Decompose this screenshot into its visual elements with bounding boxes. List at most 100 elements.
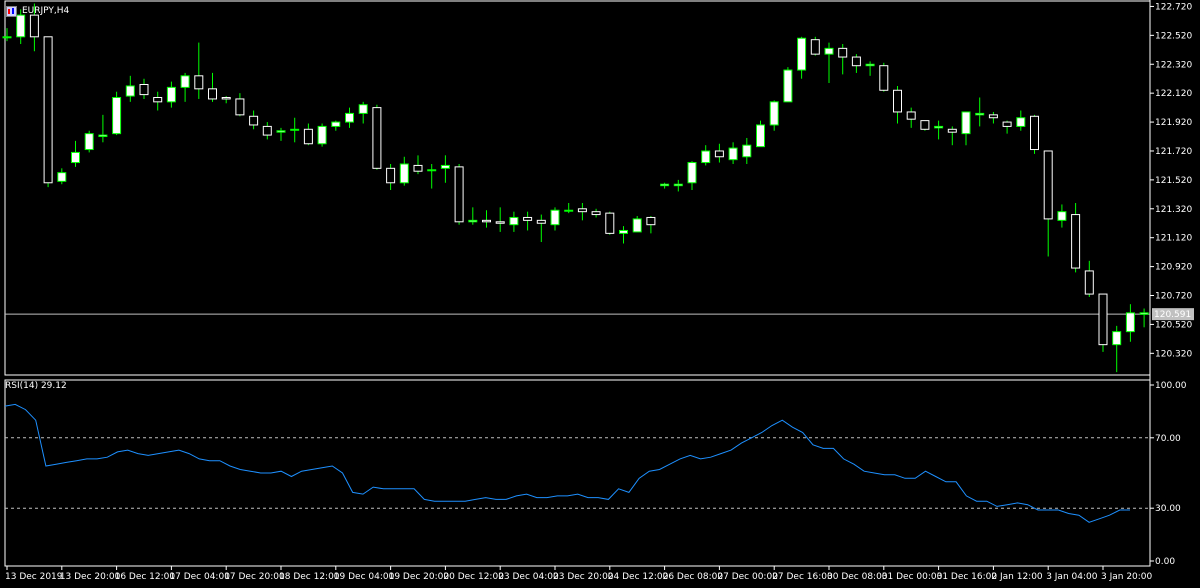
candle-body <box>57 172 67 182</box>
time-tick-label: 27 Dec 16:00 <box>772 572 833 582</box>
candle-body <box>427 169 437 172</box>
candle-body <box>988 114 998 119</box>
candle-body <box>221 97 231 100</box>
candle <box>550 207 560 231</box>
candle <box>221 96 231 104</box>
rsi-tick-label: 30.00 <box>1155 504 1181 514</box>
time-tick-label: 13 Dec 2019 <box>5 572 63 582</box>
candle-body <box>1084 270 1094 295</box>
candle-body <box>673 183 683 187</box>
candle <box>427 163 437 189</box>
price-tick-label: 121.120 <box>1155 234 1192 244</box>
candle-body <box>605 212 615 234</box>
price-tick-label: 121.320 <box>1155 205 1192 215</box>
candle <box>742 137 752 164</box>
candle-body <box>947 128 957 133</box>
candle <box>399 156 409 186</box>
candle <box>345 107 354 128</box>
candle-body <box>851 56 861 67</box>
candle-body <box>180 75 190 88</box>
candle-body <box>509 216 519 226</box>
time-tick-label: 30 Dec 08:00 <box>827 572 888 582</box>
candle-body <box>71 151 80 164</box>
candle-body <box>1016 117 1026 127</box>
candle <box>468 207 478 225</box>
candle <box>1112 325 1122 373</box>
candle-body <box>16 14 26 38</box>
rsi-title: RSI(14) 29.12 <box>5 381 67 391</box>
candle-body <box>660 183 670 187</box>
current-price-label: 120.591 <box>1154 310 1191 320</box>
candle-body <box>632 218 642 233</box>
candle <box>728 142 738 164</box>
price-tick-label: 120.720 <box>1155 292 1192 302</box>
candle <box>454 163 464 225</box>
price-panel-frame <box>4 0 1151 376</box>
candle-body <box>125 85 135 97</box>
candle-body <box>1057 211 1067 221</box>
candle-body <box>783 69 793 103</box>
time-tick-label: 26 Dec 08:00 <box>663 572 724 582</box>
time-tick-label: 17 Dec 20:00 <box>224 572 285 582</box>
candle <box>482 210 491 228</box>
candle <box>769 100 779 131</box>
candle-body <box>810 39 820 55</box>
candle <box>358 101 368 124</box>
candle <box>166 81 176 108</box>
candle-body <box>742 144 752 158</box>
candle <box>180 72 190 102</box>
time-tick-label: 23 Dec 04:00 <box>498 572 559 582</box>
candle-body <box>372 107 382 169</box>
candle <box>1125 304 1135 342</box>
candle-body <box>769 101 779 126</box>
candle-body <box>454 166 464 223</box>
candle-body <box>317 125 327 145</box>
candle-body <box>290 128 300 131</box>
candle <box>920 120 930 131</box>
candle-body <box>591 211 601 216</box>
candle-body <box>1002 121 1012 127</box>
candle <box>536 214 546 243</box>
candle-body <box>865 63 875 67</box>
time-tick-label: 2 Jan 12:00 <box>991 572 1043 582</box>
candle-body <box>235 98 245 116</box>
candles-group <box>2 3 1149 373</box>
price-tick-label: 122.120 <box>1155 89 1192 99</box>
candle <box>1098 293 1108 352</box>
candle <box>865 61 875 76</box>
candle <box>523 211 533 231</box>
candle <box>2 28 12 42</box>
candle <box>1002 120 1012 134</box>
candle <box>879 62 889 92</box>
candle-body <box>1112 331 1122 346</box>
candle <box>1030 114 1039 154</box>
candle <box>591 208 601 218</box>
candle-body <box>166 86 176 103</box>
time-tick-label: 31 Dec 16:00 <box>937 572 998 582</box>
candle-body <box>2 36 12 39</box>
candle-body <box>920 120 930 130</box>
candle-body <box>386 167 396 184</box>
time-tick-label: 16 Dec 12:00 <box>115 572 176 582</box>
rsi-group <box>4 403 1130 523</box>
candle-body <box>577 208 587 213</box>
candle-body <box>701 150 711 164</box>
candle-body <box>112 97 122 135</box>
candle-body <box>358 104 368 114</box>
chart-window-icon[interactable] <box>6 6 17 17</box>
candle-body <box>756 124 765 148</box>
candle <box>660 182 670 189</box>
time-tick-label: 19 Dec 04:00 <box>334 572 395 582</box>
candle-body <box>714 150 724 158</box>
candle-body <box>194 75 204 90</box>
candle <box>673 179 683 192</box>
candle <box>43 36 53 188</box>
candle <box>893 85 902 124</box>
candle-body <box>1043 150 1053 220</box>
chart-root: 122.720 122.520 122.320 122.120 121.920 121.7… <box>0 0 1200 584</box>
candle-body <box>728 147 738 161</box>
candle <box>947 126 957 146</box>
candle-body <box>153 97 163 103</box>
candle <box>632 216 642 233</box>
price-tick-label: 120.520 <box>1155 320 1192 330</box>
